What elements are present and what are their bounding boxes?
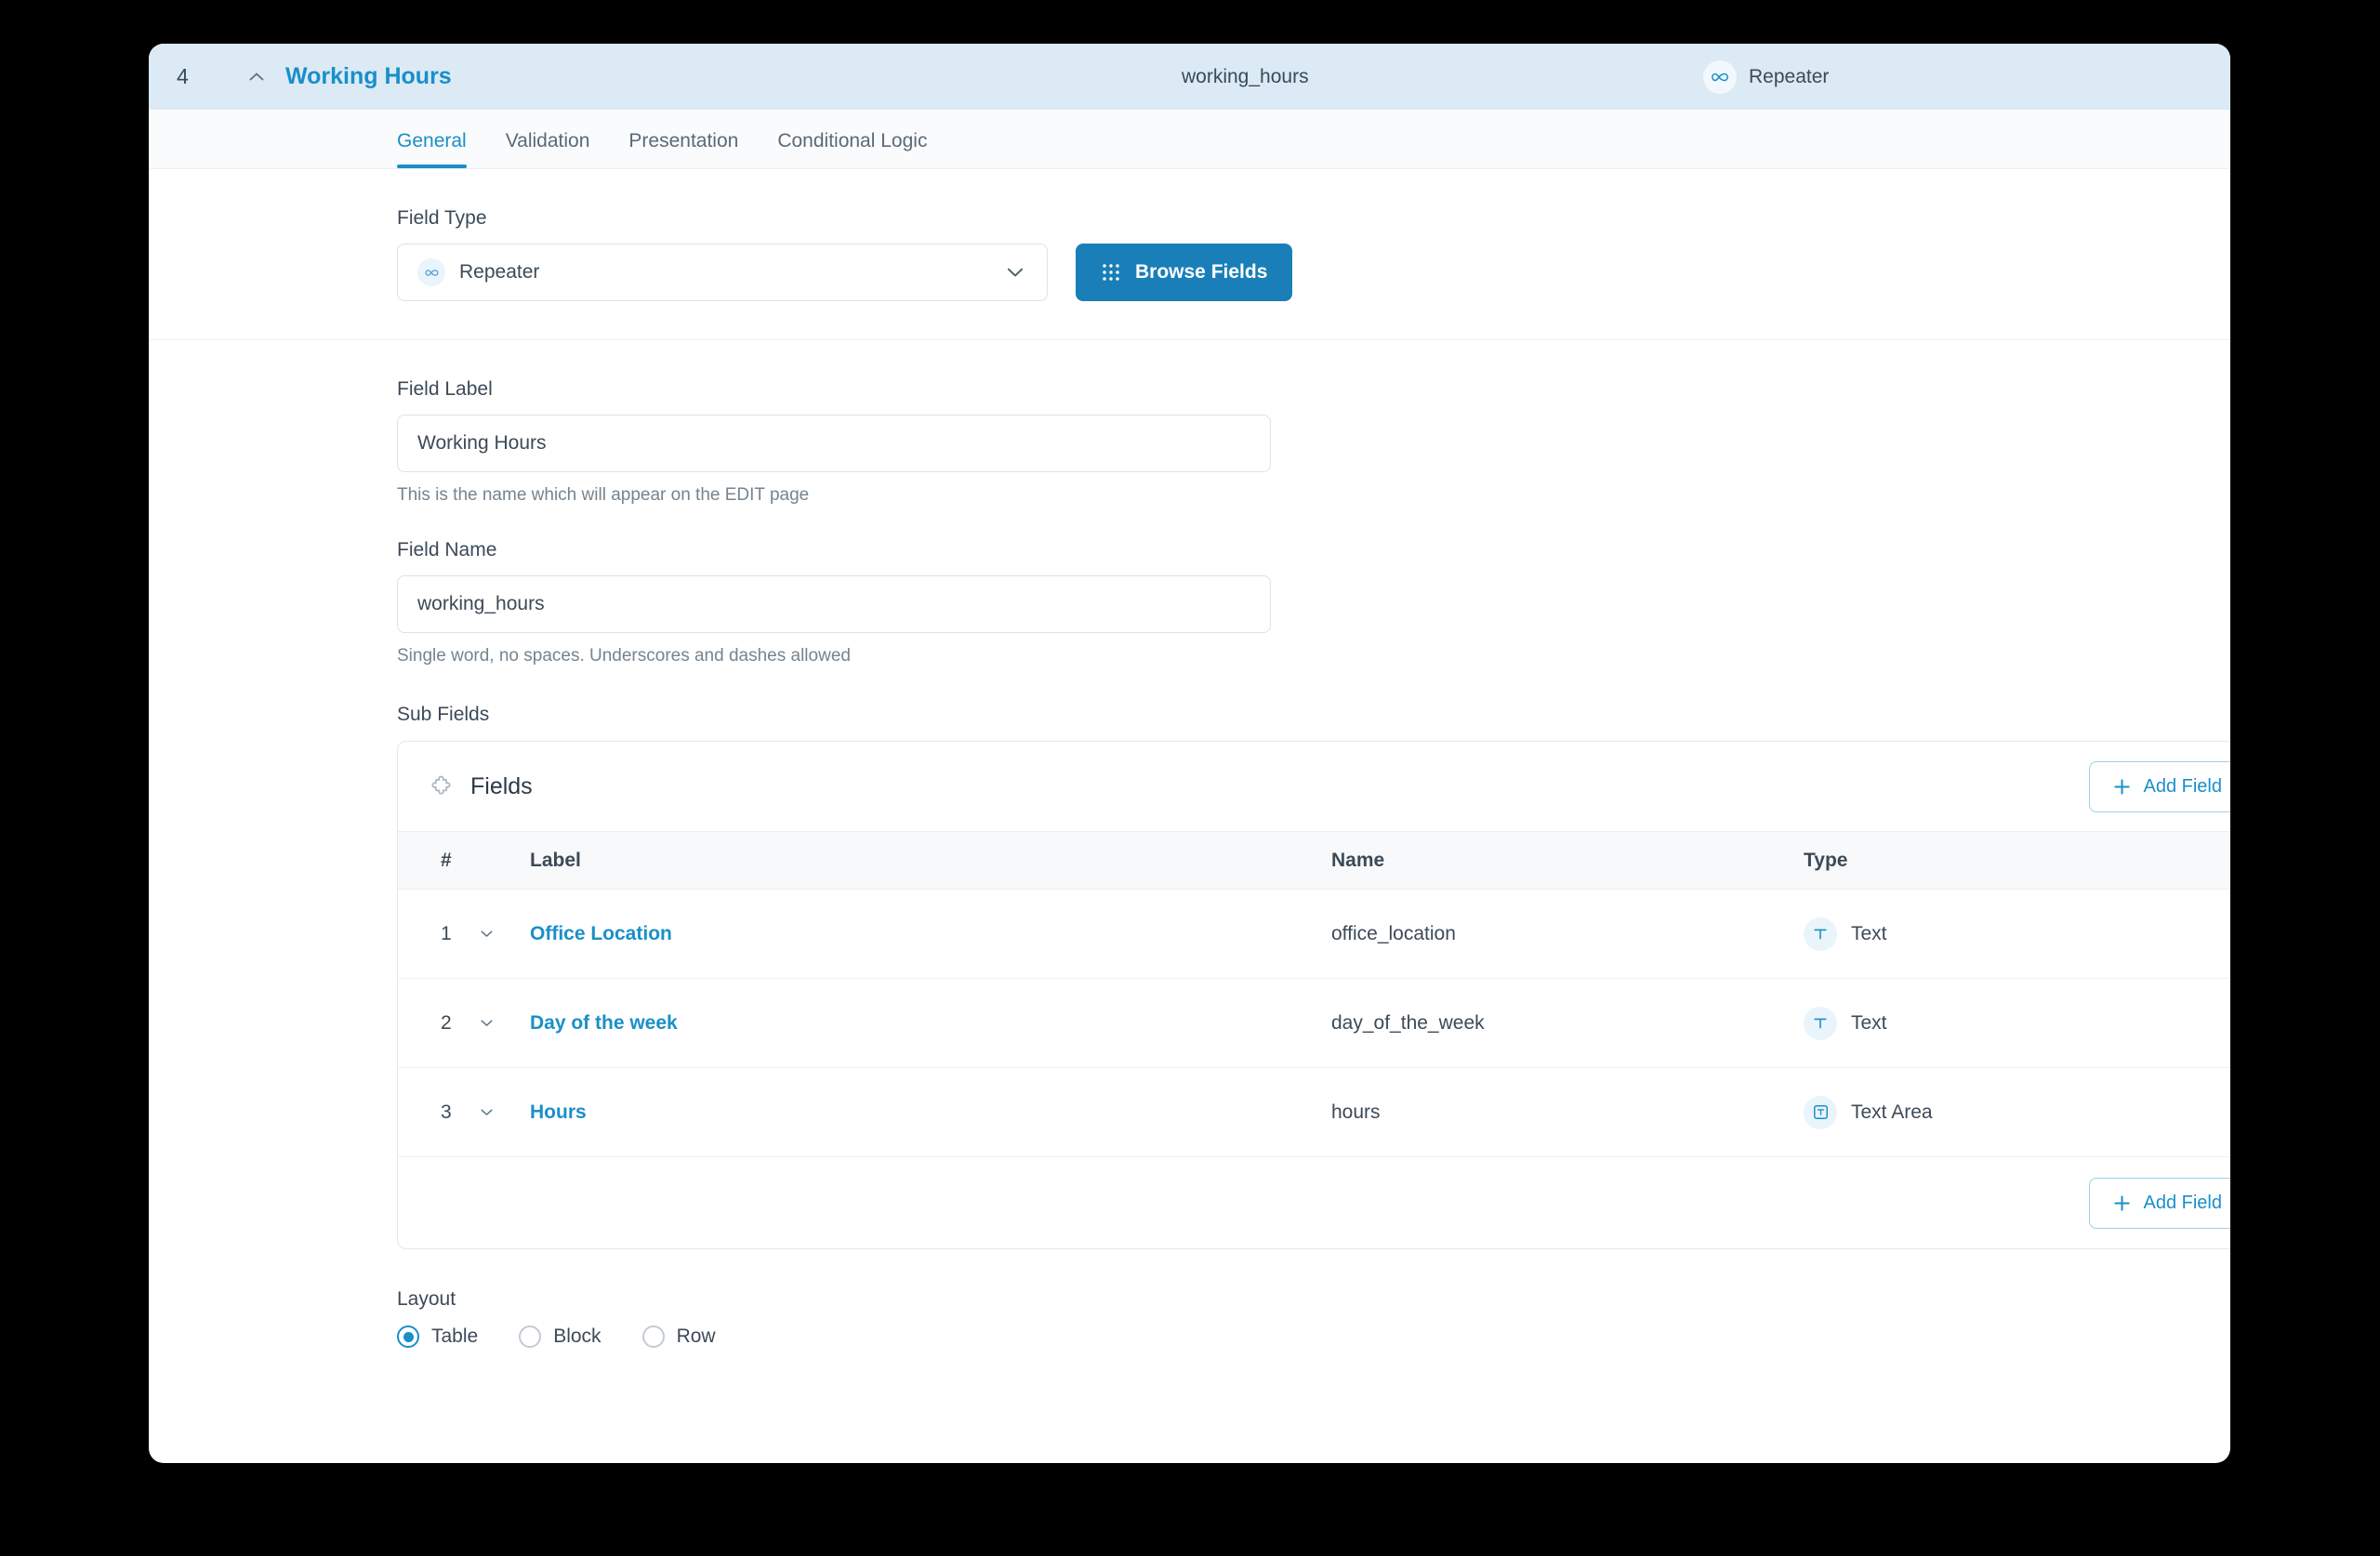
tab-presentation[interactable]: Presentation [628, 130, 738, 168]
radio-unselected-icon[interactable] [641, 1325, 665, 1348]
layout-option-table[interactable]: Table [397, 1325, 478, 1348]
add-field-top-label: Add Field [2143, 775, 2223, 797]
tab-conditional-logic[interactable]: Conditional Logic [777, 130, 927, 168]
tab-validation[interactable]: Validation [506, 130, 590, 168]
row-name: office_location [1331, 889, 1804, 979]
field-settings-panel: 4 Working Hours working_hours Repeater G… [149, 44, 2230, 1463]
infinity-icon [417, 258, 445, 286]
puzzle-piece-icon [428, 772, 456, 800]
layout-option-block[interactable]: Block [519, 1325, 602, 1348]
layout-radio-group: Table Block Row [397, 1325, 2230, 1348]
plus-icon [2112, 1193, 2132, 1213]
browse-fields-label: Browse Fields [1135, 261, 1268, 283]
field-type-value: Repeater [459, 261, 540, 283]
table-row[interactable]: 2 Day of the week day_of_the_week Text [398, 978, 2230, 1068]
field-panel-header[interactable]: 4 Working Hours working_hours Repeater [149, 44, 2230, 110]
tab-general[interactable]: General [397, 130, 467, 168]
field-label-label: Field Label [397, 378, 493, 400]
row-label-link[interactable]: Hours [530, 1101, 587, 1123]
infinity-icon [1703, 59, 1737, 94]
add-field-button-bottom[interactable]: Add Field [2088, 1177, 2230, 1229]
row-label-link[interactable]: Office Location [530, 923, 672, 944]
field-label-input[interactable]: Working Hours [397, 415, 1271, 472]
layout-label: Layout [397, 1288, 456, 1310]
chevron-down-icon[interactable] [470, 918, 502, 950]
row-label-link[interactable]: Day of the week [530, 1012, 678, 1034]
field-name-display: working_hours [1182, 65, 1309, 87]
layout-section: Layout Table Block Row [149, 1249, 2230, 1348]
layout-option-block-label: Block [553, 1325, 602, 1347]
col-header-toggle [470, 831, 530, 890]
settings-tabs: General Validation Presentation Conditio… [149, 110, 2230, 169]
text-area-icon [1804, 1095, 1837, 1129]
field-type-section: Field Type Repeater Browse Fields [149, 169, 2230, 339]
field-name-hint: Single word, no spaces. Underscores and … [397, 646, 851, 666]
chevron-down-icon[interactable] [1003, 260, 1027, 284]
fields-card: Fields Add Field # Label Name Type 1 Off… [397, 741, 2230, 1249]
row-number: 3 [398, 1067, 470, 1157]
row-name: day_of_the_week [1331, 978, 1804, 1068]
field-label-section: Field Label Working Hours This is the na… [149, 340, 2230, 506]
field-type-select[interactable]: Repeater [397, 244, 1048, 301]
field-name-input[interactable]: working_hours [397, 575, 1271, 633]
add-field-button-top[interactable]: Add Field [2088, 760, 2230, 812]
table-header-row: # Label Name Type [398, 831, 2230, 890]
field-type-label-text: Field Type [397, 207, 487, 229]
chevron-down-icon[interactable] [470, 1097, 502, 1128]
fields-card-header: Fields Add Field [398, 742, 2230, 831]
table-row[interactable]: 3 Hours hours Text Area [398, 1067, 2230, 1157]
settings-body: Field Type Repeater Browse Fields Field … [149, 169, 2230, 1348]
add-field-bottom-label: Add Field [2143, 1192, 2223, 1213]
layout-option-row[interactable]: Row [641, 1325, 716, 1348]
radio-unselected-icon[interactable] [519, 1325, 542, 1348]
layout-option-table-label: Table [431, 1325, 479, 1347]
layout-option-row-label: Row [676, 1325, 716, 1347]
field-index: 4 [177, 64, 189, 88]
sub-fields-label: Sub Fields [397, 704, 490, 725]
field-title[interactable]: Working Hours [285, 63, 452, 90]
fields-card-footer: Add Field [398, 1157, 2230, 1248]
row-type-label: Text [1851, 922, 1887, 944]
col-header-number: # [398, 831, 470, 890]
grid-dots-icon [1101, 262, 1121, 283]
fields-card-title: Fields [470, 772, 533, 799]
text-t-icon [1804, 916, 1837, 951]
field-name-section: Field Name working_hours Single word, no… [149, 506, 2230, 666]
row-number: 1 [398, 889, 470, 979]
col-header-label: Label [530, 831, 1331, 890]
sub-fields-table: # Label Name Type 1 Office Location offi… [398, 831, 2230, 1157]
plus-icon [2112, 777, 2132, 797]
table-row[interactable]: 1 Office Location office_location Text [398, 889, 2230, 979]
chevron-down-icon[interactable] [470, 1008, 502, 1039]
col-header-type: Type [1804, 831, 2230, 890]
row-type-label: Text Area [1851, 1101, 1933, 1123]
col-header-name: Name [1331, 831, 1804, 890]
field-type-label: Repeater [1749, 65, 1830, 87]
row-type-label: Text [1851, 1011, 1887, 1034]
sub-fields-section: Sub Fields Fields Add Field # Label Name… [149, 666, 2230, 1249]
text-t-icon [1804, 1006, 1837, 1040]
browse-fields-button[interactable]: Browse Fields [1076, 244, 1293, 301]
field-name-label: Field Name [397, 539, 497, 560]
row-name: hours [1331, 1067, 1804, 1157]
chevron-up-icon[interactable] [243, 63, 271, 91]
field-type-display: Repeater [1703, 59, 1830, 94]
field-label-hint: This is the name which will appear on th… [397, 485, 810, 505]
row-number: 2 [398, 978, 470, 1068]
radio-selected-icon[interactable] [397, 1325, 419, 1348]
